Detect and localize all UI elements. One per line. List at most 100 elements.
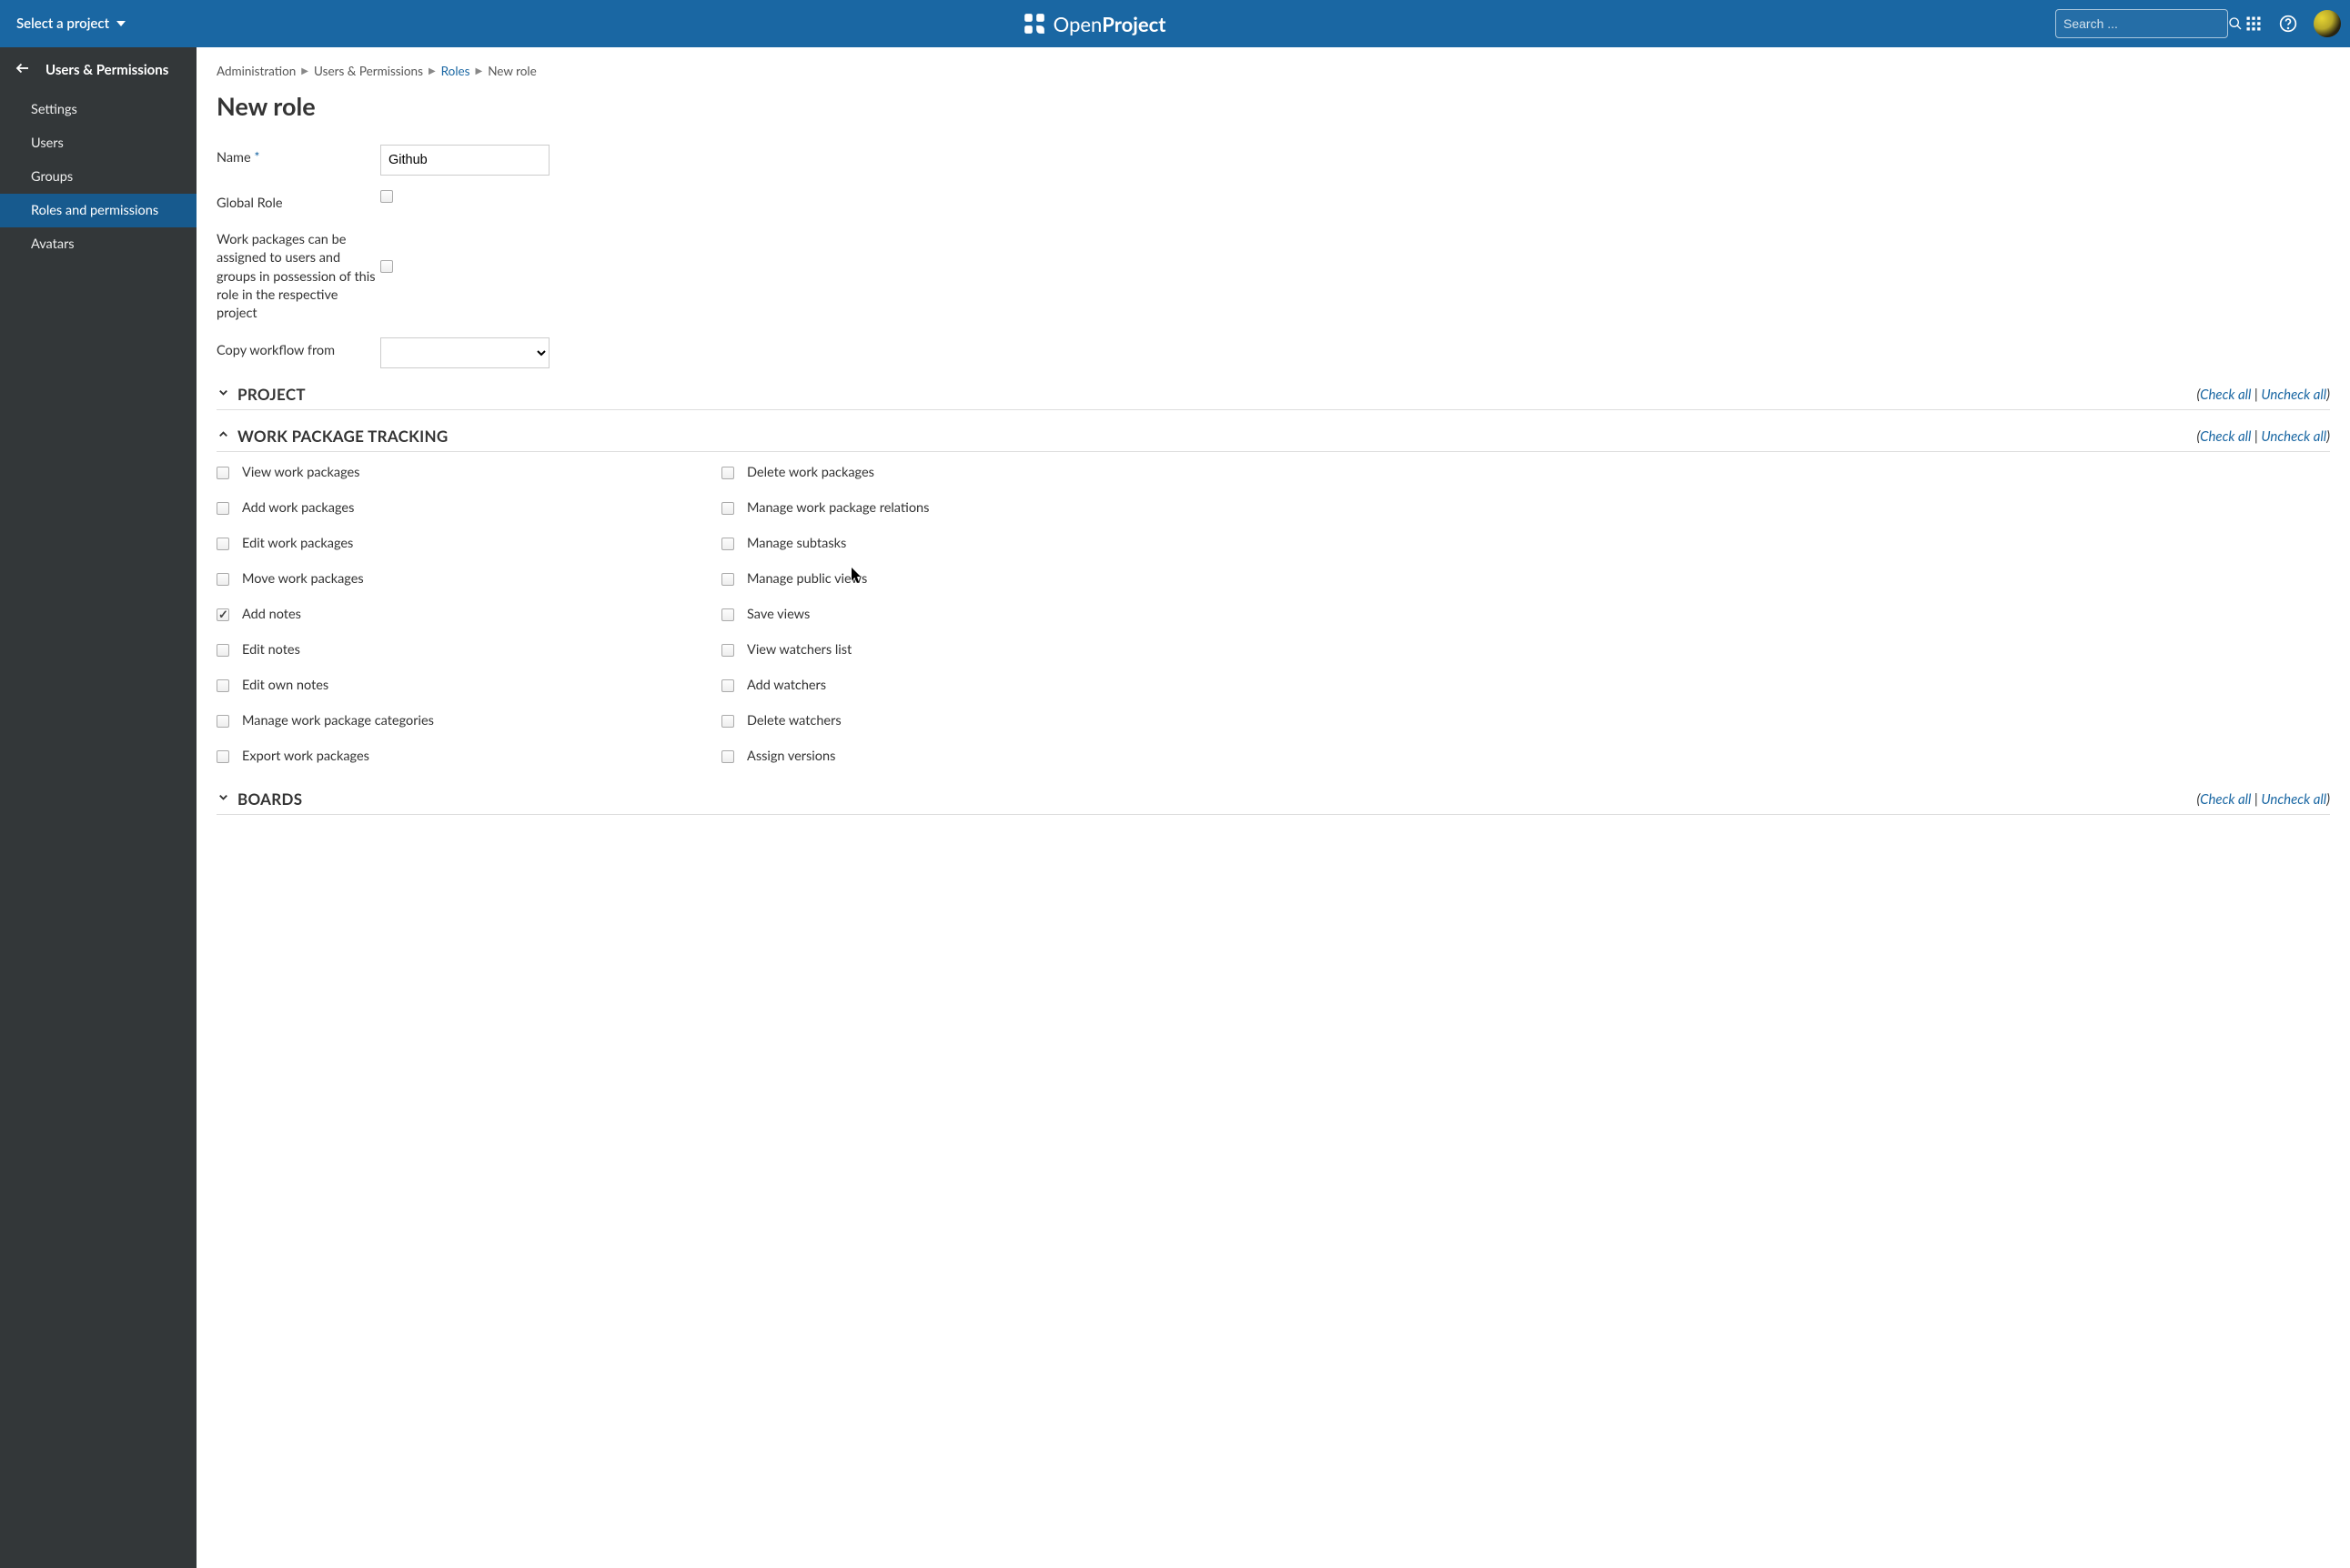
- permission-label: Add notes: [242, 607, 301, 622]
- permission-item: Delete work packages: [721, 465, 1199, 480]
- chevron-right-icon: ▶: [475, 65, 482, 76]
- sidebar: Users & Permissions SettingsUsersGroupsR…: [0, 47, 197, 1568]
- permission-checkbox[interactable]: [217, 715, 229, 728]
- permission-item: Move work packages: [217, 571, 694, 587]
- chevron-down-icon: [217, 790, 230, 808]
- permission-item: View watchers list: [721, 642, 1199, 658]
- permission-label: Edit notes: [242, 642, 300, 658]
- permission-checkbox[interactable]: [217, 467, 229, 479]
- permission-label: Save views: [747, 607, 810, 622]
- name-label: Name *: [217, 145, 380, 166]
- permission-checkbox[interactable]: [217, 538, 229, 550]
- check-links-wpt: (Check all | Uncheck all): [2197, 428, 2330, 445]
- permission-checkbox[interactable]: [721, 750, 734, 763]
- content: Administration ▶ Users & Permissions ▶ R…: [197, 47, 2350, 1568]
- check-links-boards: (Check all | Uncheck all): [2197, 791, 2330, 808]
- openproject-logo-icon: [1023, 12, 1046, 35]
- assignable-label: Work packages can be assigned to users a…: [217, 226, 380, 323]
- cursor-icon: [852, 568, 862, 588]
- permission-checkbox[interactable]: [721, 679, 734, 692]
- permission-checkbox[interactable]: [217, 502, 229, 515]
- chevron-up-icon: [217, 427, 230, 445]
- breadcrumb-users-perms[interactable]: Users & Permissions: [314, 64, 423, 78]
- check-all-wpt[interactable]: Check all: [2200, 428, 2251, 445]
- chevron-down-icon: [217, 386, 230, 403]
- breadcrumb-roles[interactable]: Roles: [441, 64, 470, 78]
- permission-item: Manage subtasks: [721, 536, 1199, 551]
- permission-item: Delete watchers: [721, 713, 1199, 729]
- avatar[interactable]: [2314, 10, 2341, 37]
- permission-item: Manage public views: [721, 571, 1199, 587]
- permission-label: View watchers list: [747, 642, 852, 658]
- permission-label: Edit work packages: [242, 536, 353, 551]
- global-role-checkbox[interactable]: [380, 190, 393, 203]
- section-title-boards: BOARDS: [237, 789, 302, 809]
- permission-checkbox[interactable]: [721, 608, 734, 621]
- permission-label: Assign versions: [747, 749, 835, 764]
- uncheck-all-wpt[interactable]: Uncheck all: [2261, 428, 2326, 445]
- permission-checkbox[interactable]: [217, 750, 229, 763]
- permission-item: Save views: [721, 607, 1199, 622]
- permission-label: Move work packages: [242, 571, 364, 587]
- sidebar-item-roles-and-permissions[interactable]: Roles and permissions: [0, 194, 197, 227]
- permission-item: View work packages: [217, 465, 694, 480]
- global-role-label: Global Role: [217, 190, 380, 211]
- search-icon[interactable]: [2228, 16, 2243, 31]
- back-arrow-icon[interactable]: [15, 60, 31, 80]
- modules-grid-icon[interactable]: [2244, 15, 2263, 33]
- section-toggle-wpt[interactable]: WORK PACKAGE TRACKING: [217, 427, 449, 446]
- permission-checkbox[interactable]: [721, 538, 734, 550]
- permission-item: Edit notes: [217, 642, 694, 658]
- sidebar-item-settings[interactable]: Settings: [0, 93, 197, 126]
- permission-label: View work packages: [242, 465, 359, 480]
- permission-checkbox[interactable]: [721, 644, 734, 657]
- permission-checkbox[interactable]: [721, 715, 734, 728]
- page-title: New role: [217, 91, 2330, 121]
- sidebar-item-users[interactable]: Users: [0, 126, 197, 160]
- permission-item: Manage work package relations: [721, 500, 1199, 516]
- breadcrumb-current: New role: [488, 64, 537, 78]
- permission-label: Manage work package categories: [242, 713, 434, 729]
- permission-item: Edit work packages: [217, 536, 694, 551]
- permission-item: Add notes: [217, 607, 694, 622]
- help-icon[interactable]: [2279, 15, 2297, 33]
- permission-item: Add watchers: [721, 678, 1199, 693]
- permission-label: Add watchers: [747, 678, 826, 693]
- copy-workflow-select[interactable]: [380, 337, 550, 368]
- name-input[interactable]: [380, 145, 550, 176]
- permission-checkbox[interactable]: [217, 644, 229, 657]
- check-links-project: (Check all | Uncheck all): [2197, 387, 2330, 403]
- permission-checkbox[interactable]: [217, 608, 229, 621]
- permission-label: Delete watchers: [747, 713, 842, 729]
- section-toggle-project[interactable]: PROJECT: [217, 385, 306, 404]
- check-all-boards[interactable]: Check all: [2200, 791, 2251, 808]
- search-input[interactable]: [2063, 16, 2228, 31]
- permission-item: Add work packages: [217, 500, 694, 516]
- permission-label: Export work packages: [242, 749, 369, 764]
- permission-checkbox[interactable]: [721, 573, 734, 586]
- sidebar-header: Users & Permissions: [0, 47, 197, 93]
- sidebar-title: Users & Permissions: [45, 62, 168, 78]
- sidebar-item-avatars[interactable]: Avatars: [0, 227, 197, 261]
- permission-label: Manage public views: [747, 571, 867, 587]
- breadcrumb-admin[interactable]: Administration: [217, 64, 296, 78]
- uncheck-all-boards[interactable]: Uncheck all: [2261, 791, 2326, 808]
- openproject-logo[interactable]: OpenProject: [1023, 12, 1166, 36]
- assignable-checkbox[interactable]: [380, 260, 393, 273]
- check-all-project[interactable]: Check all: [2200, 387, 2251, 403]
- uncheck-all-project[interactable]: Uncheck all: [2261, 387, 2326, 403]
- section-toggle-boards[interactable]: BOARDS: [217, 789, 302, 809]
- section-title-wpt: WORK PACKAGE TRACKING: [237, 427, 449, 446]
- permission-checkbox[interactable]: [721, 502, 734, 515]
- permission-checkbox[interactable]: [217, 573, 229, 586]
- permission-checkbox[interactable]: [217, 679, 229, 692]
- project-selector[interactable]: Select a project: [9, 15, 133, 32]
- sidebar-item-groups[interactable]: Groups: [0, 160, 197, 194]
- permission-checkbox[interactable]: [721, 467, 734, 479]
- permission-item: Manage work package categories: [217, 713, 694, 729]
- permission-item: Edit own notes: [217, 678, 694, 693]
- search-box[interactable]: [2055, 9, 2228, 38]
- permission-label: Add work packages: [242, 500, 354, 516]
- permission-label: Manage work package relations: [747, 500, 929, 516]
- chevron-right-icon: ▶: [301, 65, 308, 76]
